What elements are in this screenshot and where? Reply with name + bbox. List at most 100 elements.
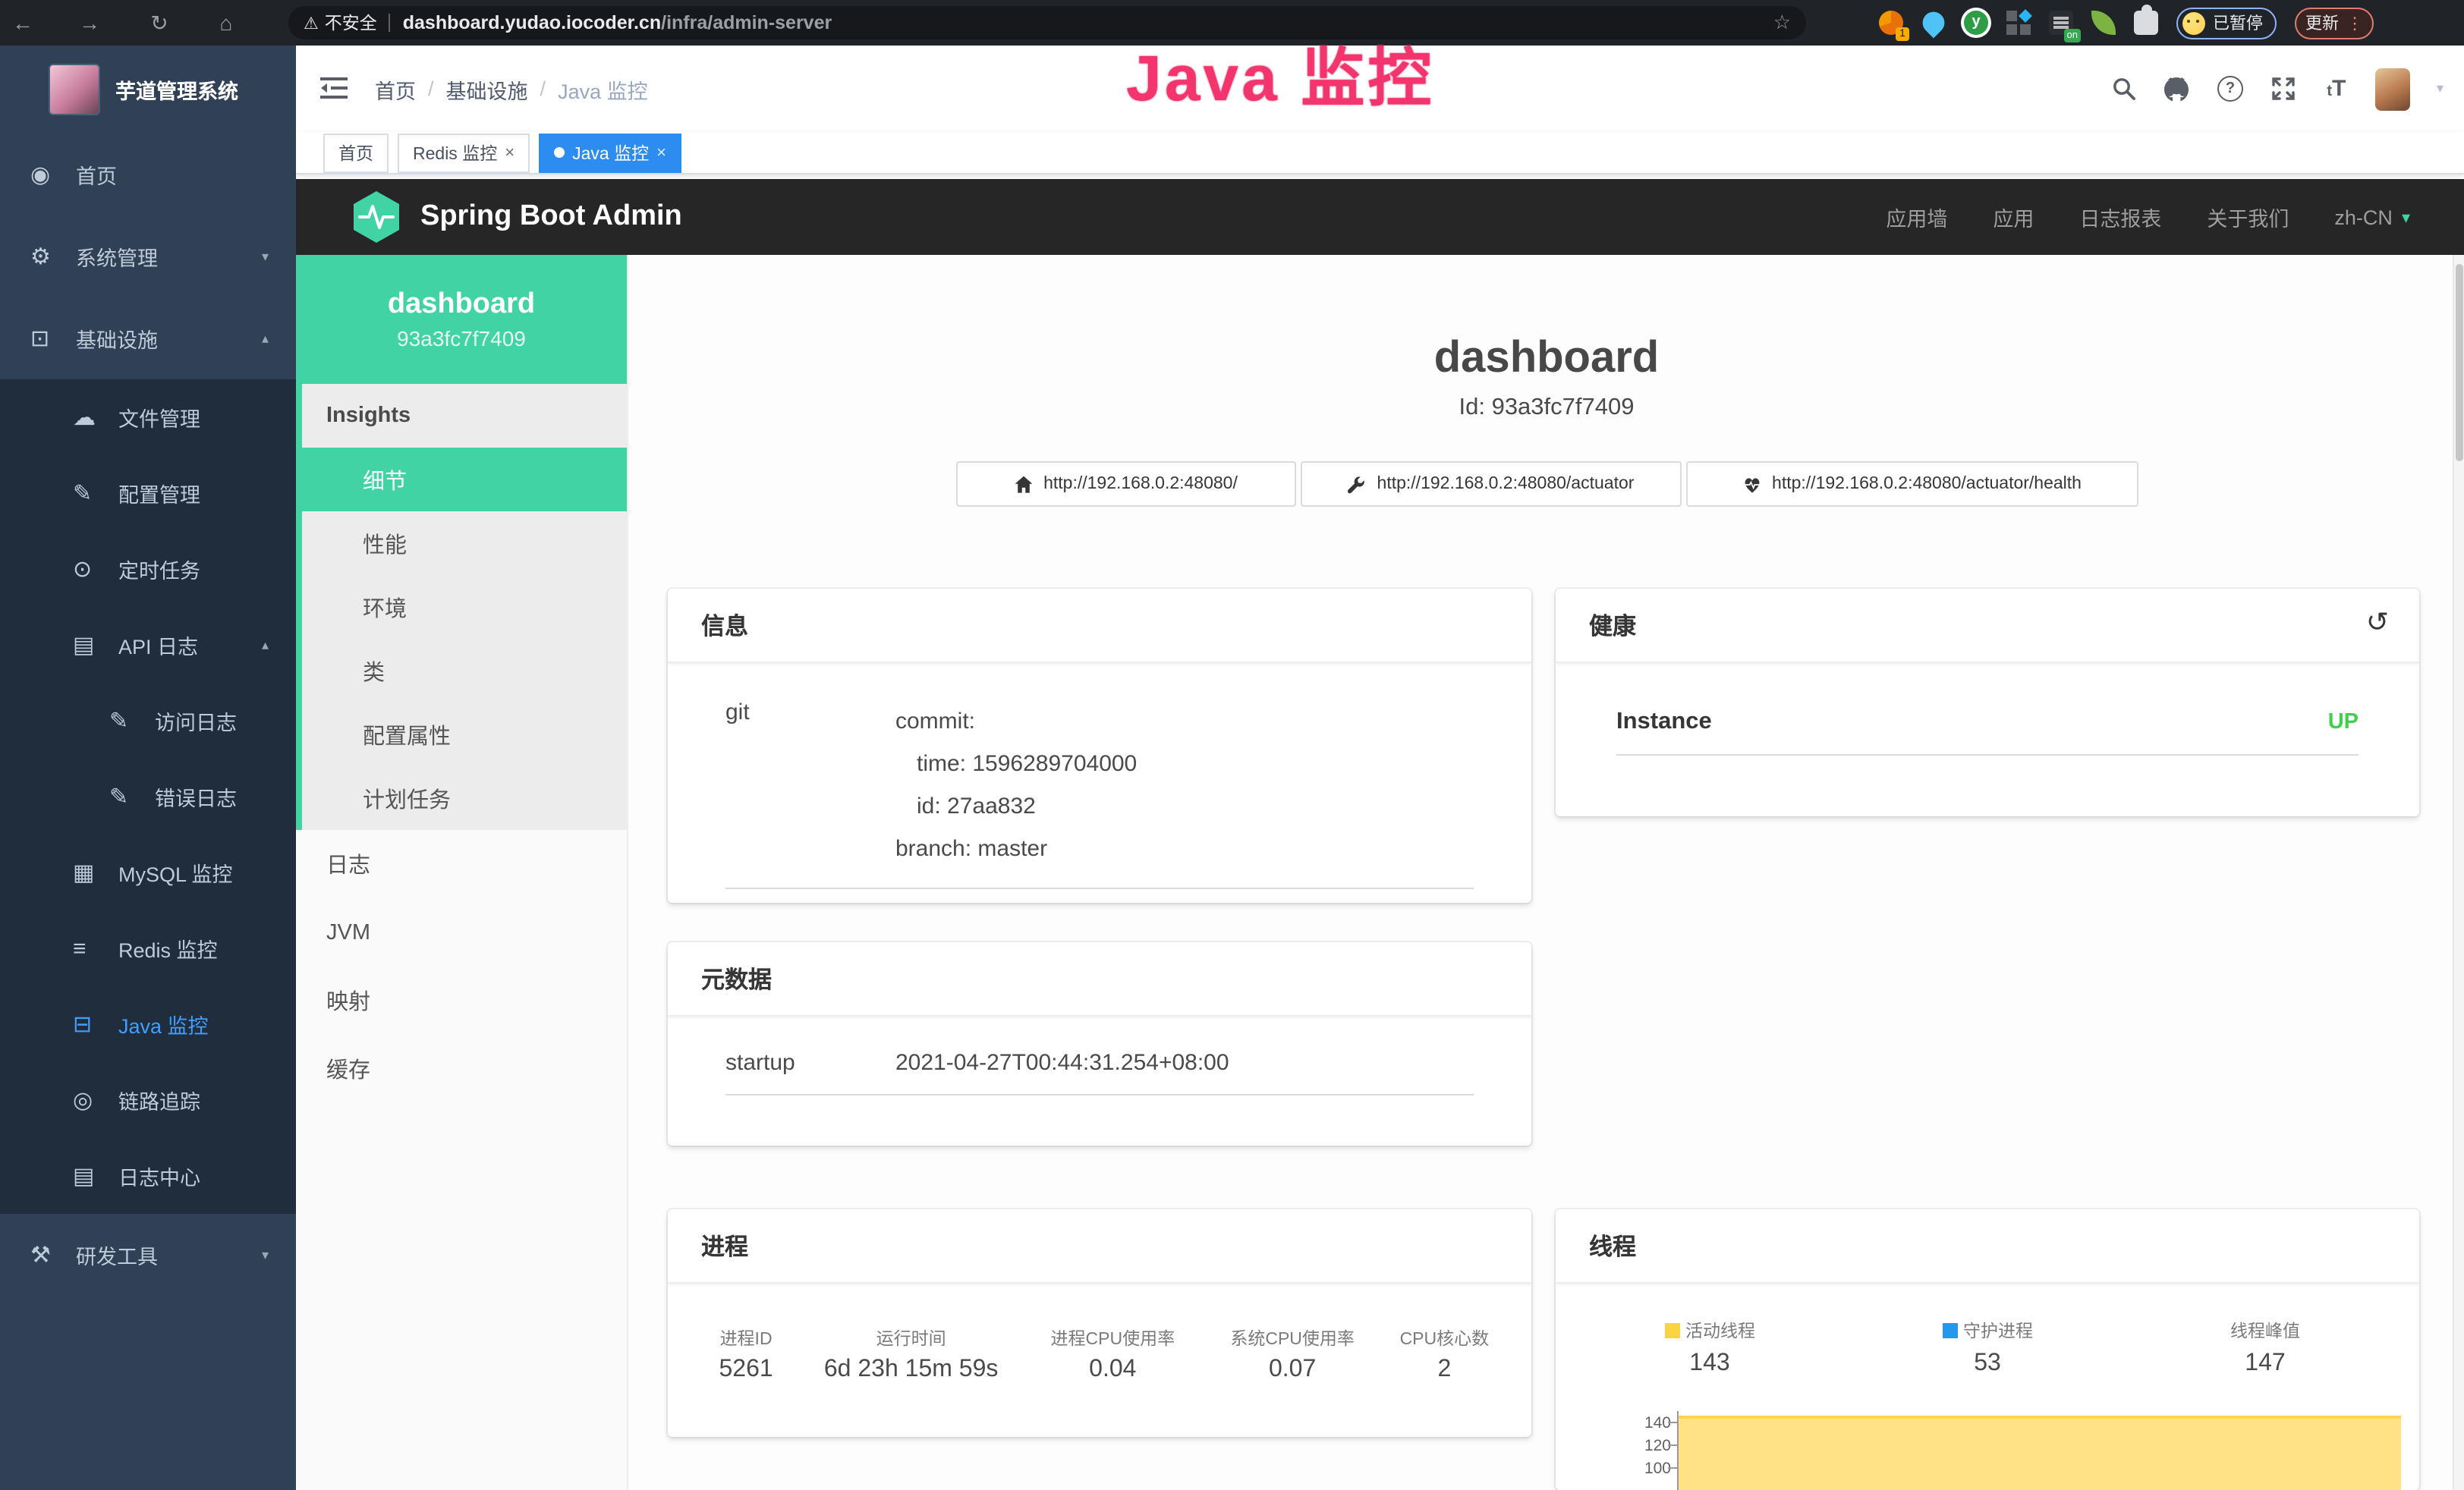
browser-forward-icon[interactable]: → — [67, 11, 112, 35]
sidebar-item-label: 配置管理 — [118, 478, 200, 508]
cloud-upload-icon: ☁ — [73, 404, 109, 431]
sba-nav-wallboard[interactable]: 应用墙 — [1886, 202, 1947, 232]
browser-update-chip[interactable]: 更新 ⋮ — [2295, 7, 2374, 39]
extension-grid-icon[interactable] — [2006, 11, 2031, 35]
sidebar-item-log-center[interactable]: ▤ 日志中心 — [0, 1138, 296, 1214]
tools-icon: ⚒ — [30, 1241, 67, 1268]
profile-paused-label: 已暂停 — [2213, 11, 2263, 35]
sba-language-select[interactable]: zh-CN ▾ — [2334, 206, 2410, 228]
sba-menu-environment[interactable]: 环境 — [302, 575, 627, 639]
search-icon[interactable] — [2110, 75, 2138, 102]
endpoint-buttons: http://192.168.0.2:48080/ http://192.168… — [628, 461, 2464, 507]
browser-back-icon[interactable]: ← — [0, 11, 46, 35]
extension-badge: 1 — [1896, 27, 1909, 41]
sba-menu-metrics[interactable]: 性能 — [302, 511, 627, 575]
url-divider — [389, 14, 391, 32]
sidebar-item-error-log[interactable]: ✎ 错误日志 — [0, 759, 296, 835]
extension-orange-icon[interactable]: 1 — [1879, 11, 1903, 35]
sidebar-item-config[interactable]: ✎ 配置管理 — [0, 455, 296, 531]
sba-menu-mappings[interactable]: 映射 — [296, 967, 627, 1035]
sba-menu-details[interactable]: 细节 — [302, 448, 627, 511]
endpoint-home-button[interactable]: http://192.168.0.2:48080/ — [955, 461, 1295, 507]
screen: ← → ↻ ⌂ ⚠ 不安全 dashboard.yudao.iocoder.cn… — [0, 0, 2464, 1490]
database-icon: ▦ — [73, 859, 109, 886]
avatar-caret-icon[interactable]: ▾ — [2437, 80, 2444, 97]
extensions-puzzle-icon[interactable] — [2134, 11, 2158, 35]
sba-menu-classes[interactable]: 类 — [302, 639, 627, 703]
sba-menu-caches[interactable]: 缓存 — [296, 1035, 627, 1103]
metadata-card-title: 元数据 — [668, 942, 1531, 1017]
sidebar-item-job[interactable]: ⊙ 定时任务 — [0, 531, 296, 607]
sba-menu-scheduled-tasks[interactable]: 计划任务 — [302, 766, 627, 830]
browser-profile-chip[interactable]: 已暂停 — [2176, 7, 2277, 39]
page-title: dashboard — [628, 334, 2464, 384]
health-instance-row[interactable]: Instance UP — [1556, 663, 2419, 736]
dashboard-icon: ◉ — [30, 161, 67, 188]
sba-nav-about[interactable]: 关于我们 — [2207, 202, 2289, 232]
monitor-icon: ⊡ — [30, 325, 67, 352]
sidebar-item-access-log[interactable]: ✎ 访问日志 — [0, 683, 296, 759]
user-avatar[interactable] — [2376, 68, 2411, 110]
breadcrumb-separator: / — [428, 77, 434, 100]
page-scrollbar[interactable] — [2453, 255, 2464, 1490]
extension-list-icon[interactable]: on — [2049, 11, 2073, 35]
browser-home-icon[interactable]: ⌂ — [203, 11, 249, 35]
sba-nav-journal[interactable]: 日志报表 — [2079, 202, 2161, 232]
sba-menu-config-props[interactable]: 配置属性 — [302, 703, 627, 766]
github-icon[interactable] — [2163, 75, 2191, 102]
sba-nav-applications[interactable]: 应用 — [1993, 202, 2034, 232]
sba-menu-logs[interactable]: 日志 — [296, 830, 627, 898]
spring-boot-admin-logo-icon[interactable] — [351, 190, 402, 244]
sba-language-value: zh-CN — [2334, 206, 2393, 228]
sidebar-item-mysql[interactable]: ▦ MySQL 监控 — [0, 835, 296, 910]
sba-instance-header[interactable]: dashboard 93a3fc7f7409 — [296, 255, 627, 384]
tag-java-monitor[interactable]: Java 监控 × — [539, 133, 681, 172]
sba-menu-jvm[interactable]: JVM — [296, 898, 627, 967]
close-icon[interactable]: × — [505, 143, 515, 162]
url-path: /infra/admin-server — [661, 12, 832, 33]
sidebar-item-home[interactable]: ◉ 首页 — [0, 134, 296, 215]
legend-swatch-daemon — [1942, 1323, 1957, 1338]
endpoint-health-button[interactable]: http://192.168.0.2:48080/actuator/health — [1685, 461, 2138, 507]
sidebar-item-file[interactable]: ☁ 文件管理 — [0, 379, 296, 455]
sidebar-item-infra[interactable]: ⊡ 基础设施 ▴ — [0, 297, 296, 379]
sidebar-item-redis[interactable]: ≡ Redis 监控 — [0, 910, 296, 986]
app-title: 芋道管理系统 — [115, 74, 238, 105]
sidebar-item-java[interactable]: ⊟ Java 监控 — [0, 986, 296, 1062]
scrollbar-thumb[interactable] — [2456, 264, 2463, 461]
sidebar-collapse-icon[interactable] — [320, 76, 348, 100]
font-size-icon[interactable]: tT — [2323, 75, 2350, 102]
endpoint-actuator-button[interactable]: http://192.168.0.2:48080/actuator — [1300, 461, 1681, 507]
close-icon[interactable]: × — [656, 143, 666, 162]
tag-redis-monitor[interactable]: Redis 监控 × — [398, 133, 530, 172]
app-logo[interactable]: 芋道管理系统 — [0, 46, 296, 134]
info-git-row: git commit: time: 1596289704000 id: 27aa… — [668, 663, 1531, 869]
breadcrumb-infra[interactable]: 基础设施 — [446, 74, 528, 104]
browser-menu-dots-icon[interactable]: ⋮ — [2346, 13, 2363, 33]
history-icon[interactable]: ↺ — [2366, 607, 2389, 639]
y-tickmark — [1668, 1467, 1677, 1469]
sidebar-item-system[interactable]: ⚙ 系统管理 ▾ — [0, 215, 296, 297]
breadcrumb-separator: / — [540, 77, 546, 100]
sba-brand-title[interactable]: Spring Boot Admin — [420, 200, 682, 234]
status-badge: UP — [2328, 710, 2359, 734]
extension-leaf-icon[interactable] — [2091, 11, 2116, 35]
extension-pin-icon[interactable] — [1918, 8, 1949, 39]
help-icon[interactable]: ? — [2217, 75, 2244, 102]
bookmark-star-icon[interactable]: ☆ — [1773, 11, 1791, 35]
sba-header: Spring Boot Admin 应用墙 应用 日志报表 关于我们 zh-CN… — [296, 179, 2464, 255]
sidebar-item-trace[interactable]: ◎ 链路追踪 — [0, 1062, 296, 1138]
y-tickmark — [1668, 1422, 1677, 1423]
heartbeat-icon — [1742, 474, 1761, 494]
sidebar-item-api-log[interactable]: ▤ API 日志 ▴ — [0, 607, 296, 683]
process-value-syscpu: 0.07 — [1269, 1356, 1316, 1382]
breadcrumb-home[interactable]: 首页 — [375, 74, 416, 104]
sidebar-item-dev-tools[interactable]: ⚒ 研发工具 ▾ — [0, 1214, 296, 1296]
chevron-up-icon: ▴ — [262, 330, 269, 347]
fullscreen-icon[interactable] — [2270, 75, 2297, 102]
tag-home[interactable]: 首页 — [323, 133, 389, 172]
not-secure-label[interactable]: 不安全 — [325, 11, 377, 35]
extension-y-icon[interactable]: y — [1964, 11, 1988, 35]
browser-reload-icon[interactable]: ↻ — [137, 10, 182, 36]
address-bar[interactable]: ⚠ 不安全 dashboard.yudao.iocoder.cn /infra/… — [288, 6, 1806, 39]
